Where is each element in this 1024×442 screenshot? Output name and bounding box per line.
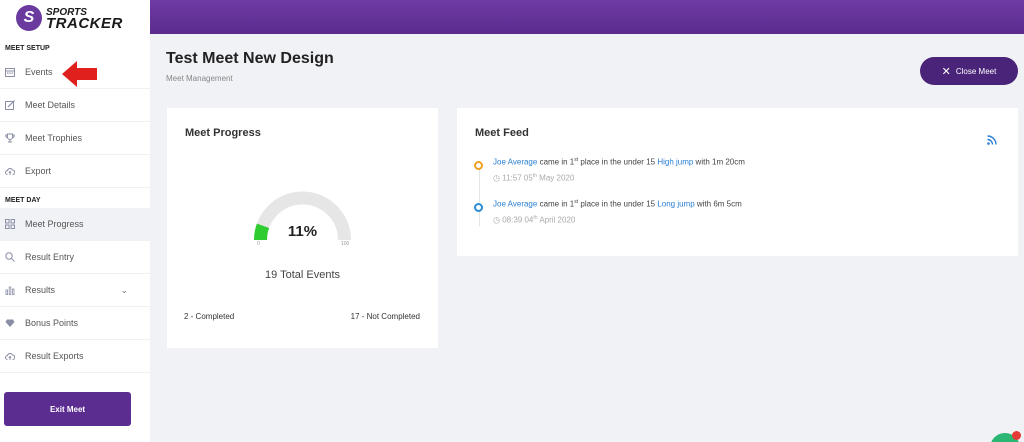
close-meet-button[interactable]: ✕ Close Meet bbox=[920, 57, 1018, 85]
sidebar-item-result-exports[interactable]: Result Exports bbox=[0, 340, 150, 373]
sidebar-item-meet-trophies[interactable]: Meet Trophies bbox=[0, 122, 150, 155]
section-label-meet-setup: MEET SETUP bbox=[5, 45, 50, 52]
sidebar-item-label: Meet Trophies bbox=[25, 133, 83, 143]
clock-icon: ◷ bbox=[493, 215, 500, 225]
sidebar-item-bonus-points[interactable]: Bonus Points bbox=[0, 307, 150, 340]
meet-feed-title: Meet Feed bbox=[475, 127, 529, 139]
timeline-dot-icon bbox=[474, 203, 483, 212]
top-bar bbox=[150, 0, 1024, 34]
grid-icon bbox=[5, 219, 15, 229]
sidebar-item-label: Result Entry bbox=[25, 252, 75, 262]
page-title: Test Meet New Design bbox=[166, 50, 334, 67]
sidebar-item-meet-progress[interactable]: Meet Progress bbox=[0, 208, 150, 241]
sidebar-item-label: Meet Progress bbox=[25, 219, 84, 229]
athlete-link[interactable]: Joe Average bbox=[493, 158, 537, 167]
cloud-upload-icon bbox=[5, 351, 15, 361]
close-meet-label: Close Meet bbox=[955, 66, 997, 76]
sidebar-item-results[interactable]: Results ⌄ bbox=[0, 274, 150, 307]
search-icon bbox=[5, 252, 15, 262]
sidebar-item-label: Events bbox=[25, 67, 53, 77]
sidebar-item-meet-details[interactable]: Meet Details bbox=[0, 89, 150, 122]
red-arrow-icon bbox=[62, 61, 97, 87]
feed-timestamp: ◷ 08:39 04th April 2020 bbox=[493, 215, 576, 225]
sidebar-item-label: Result Exports bbox=[25, 351, 84, 361]
sidebar-item-result-entry[interactable]: Result Entry bbox=[0, 241, 150, 274]
gauge-min-label: 0 bbox=[257, 241, 260, 247]
gauge-max-label: 100 bbox=[341, 241, 350, 247]
exit-meet-button[interactable]: Exit Meet bbox=[4, 392, 131, 426]
rss-icon[interactable] bbox=[987, 132, 997, 150]
meet-feed-card: Meet Feed Joe Average came in 1st place … bbox=[457, 108, 1018, 256]
completed-count: 2 - Completed bbox=[184, 312, 235, 321]
cloud-upload-icon bbox=[5, 166, 15, 176]
app-logo[interactable]: S SPORTS TRACKER bbox=[0, 0, 150, 36]
sidebar-item-label: Meet Details bbox=[25, 100, 76, 110]
calendar-icon bbox=[5, 67, 15, 77]
meet-progress-card: Meet Progress 11% 0 100 19 Total Events … bbox=[167, 108, 438, 348]
progress-percent: 11% bbox=[287, 223, 318, 240]
clock-icon: ◷ bbox=[493, 173, 500, 183]
trophy-icon bbox=[5, 133, 15, 143]
diamond-icon bbox=[5, 318, 15, 328]
notification-badge bbox=[1012, 431, 1021, 440]
logo-line2: TRACKER bbox=[46, 15, 123, 32]
total-events: 19 Total Events bbox=[264, 269, 340, 281]
sidebar-item-label: Results bbox=[25, 285, 56, 295]
timeline-line bbox=[479, 166, 480, 226]
timeline-dot-icon bbox=[474, 161, 483, 170]
feed-timestamp: ◷ 11:57 05th May 2020 bbox=[493, 173, 575, 183]
meet-progress-title: Meet Progress bbox=[185, 127, 261, 139]
not-completed-count: 17 - Not Completed bbox=[350, 312, 420, 321]
close-icon: ✕ bbox=[941, 65, 951, 78]
sidebar-item-label: Export bbox=[25, 166, 52, 176]
chevron-down-icon[interactable]: ⌄ bbox=[120, 285, 128, 296]
logo-badge-icon: S bbox=[16, 5, 42, 31]
edit-icon bbox=[5, 100, 15, 110]
sidebar-item-export[interactable]: Export bbox=[0, 155, 150, 188]
section-label-meet-day: MEET DAY bbox=[5, 197, 41, 204]
breadcrumb: Meet Management bbox=[166, 74, 233, 83]
athlete-link[interactable]: Joe Average bbox=[493, 200, 537, 209]
bar-chart-icon bbox=[5, 285, 15, 295]
event-link[interactable]: Long jump bbox=[657, 200, 694, 209]
event-link[interactable]: High jump bbox=[657, 158, 693, 167]
sidebar-item-label: Bonus Points bbox=[25, 318, 79, 328]
